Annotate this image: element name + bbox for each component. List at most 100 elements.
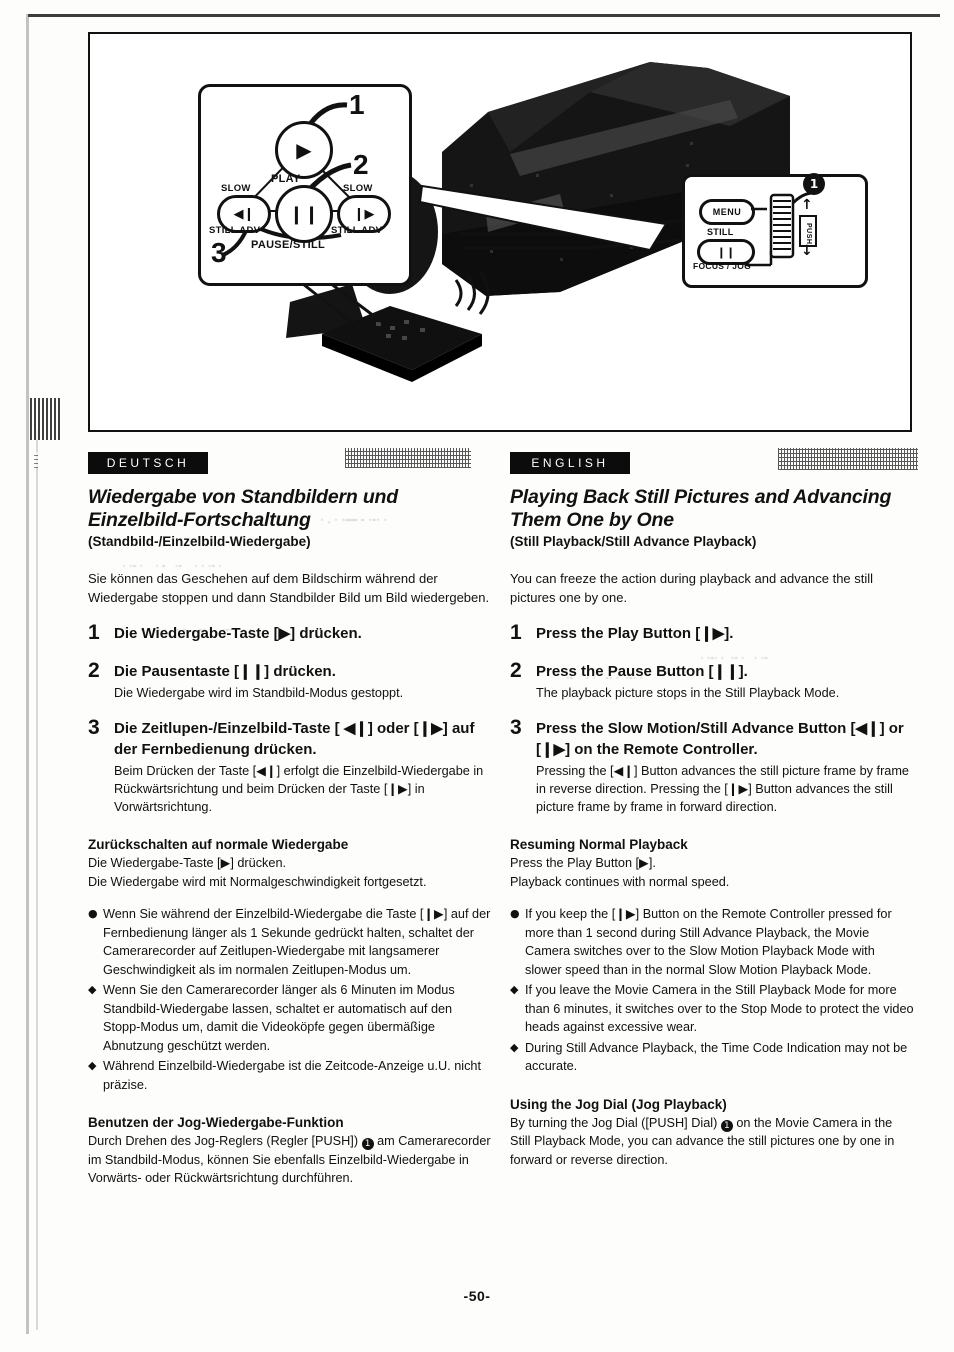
english-note-text: If you keep the [❙▶] Button on the Remot… <box>525 907 892 977</box>
page-number: -50- <box>463 1288 491 1304</box>
english-subtitle: (Still Playback/Still Advance Playback) <box>510 534 757 549</box>
scan-artifact-german-header <box>345 448 471 468</box>
german-step-3-number: 3 <box>88 716 100 739</box>
english-note-text: During Still Advance Playback, the Time … <box>525 1040 908 1074</box>
german-note-text: Während Einzelbild-Wiedergabe ist die Ze… <box>103 1059 481 1092</box>
scan-artifact-english-header <box>778 448 918 470</box>
english-step-2: 2 Press the Pause Button [❙❙]. The playb… <box>510 658 914 703</box>
english-step-3-number: 3 <box>510 716 522 739</box>
german-step-2: 2 Die Pausentaste [❙❙] drücken. Die Wied… <box>88 658 492 703</box>
german-jog-heading: Benutzen der Jog-Wiedergabe-Funktion <box>88 1115 344 1130</box>
english-step-1: 1 Press the Play Button [❙▶]. <box>510 621 914 645</box>
english-jog-body-pre: By turning the Jog Dial ([PUSH] Dial) <box>510 1115 721 1130</box>
pause-icon: ❙❙ <box>288 203 320 225</box>
still-pause-icon: ❙❙ <box>716 245 736 259</box>
english-step-3-body: Pressing the [◀❙] Button advances the st… <box>536 764 909 814</box>
english-note-item: ◆ If you leave the Movie Camera in the S… <box>510 981 914 1037</box>
german-note-item: ◆ Während Einzelbild-Wiedergabe ist die … <box>88 1057 492 1094</box>
english-step-2-number: 2 <box>510 658 522 682</box>
language-bar-german: DEUTSCH <box>88 452 208 474</box>
german-step-1-head: Die Wiedergabe-Taste [▶] drücken. <box>114 625 362 642</box>
forward-still-advance-icon: ❙▶ <box>353 206 375 222</box>
remote-pause-button[interactable]: ❙❙ <box>275 185 333 243</box>
german-step-3-body: Beim Drücken der Taste [◀❙] erfolgt die … <box>114 764 484 814</box>
english-step-3-head: Press the Slow Motion/Still Advance Butt… <box>536 720 904 758</box>
english-step-1-head: Press the Play Button [❙▶]. <box>536 625 734 642</box>
german-note-text: Wenn Sie den Camerarecorder länger als 6… <box>103 983 455 1053</box>
illustration-frame: ▶ PLAY ❙❙ PAUSE/STILL ◀❙ SLOW STILL ADV … <box>88 32 912 432</box>
german-step-3-head: Die Zeitlupen-/Einzelbild-Taste [ ◀❙] od… <box>114 720 475 758</box>
language-bar-english-label: ENGLISH <box>531 456 609 470</box>
remote-slow-label-right: SLOW <box>343 183 373 194</box>
push-label-text: PUSH <box>805 223 812 245</box>
german-jog-body-pre: Durch Drehen des Jog-Reglers (Regler [PU… <box>88 1134 362 1148</box>
english-note-text: If you leave the Movie Camera in the Sti… <box>525 983 914 1034</box>
english-column: Playing Back Still Pictures and Advancin… <box>510 486 914 1169</box>
remote-play-label: PLAY <box>271 173 301 185</box>
german-note-item: ◆ Wenn Sie den Camerarecorder länger als… <box>88 981 492 1055</box>
german-step-2-head: Die Pausentaste [❙❙] drücken. <box>114 662 336 680</box>
remote-callout-balloon: ▶ PLAY ❙❙ PAUSE/STILL ◀❙ SLOW STILL ADV … <box>198 84 412 286</box>
german-note-text: Wenn Sie während der Einzelbild-Wiederga… <box>103 907 491 977</box>
german-column: Wiedergabe von Standbildern und Einzelbi… <box>88 486 492 1188</box>
german-intro: Sie können das Geschehen auf dem Bildsch… <box>88 571 490 605</box>
bullet-diamond-icon: ◆ <box>510 983 519 996</box>
english-note-item: ● If you keep the [❙▶] Button on the Rem… <box>510 905 914 979</box>
callout-number-1: 1 <box>349 89 365 120</box>
jog-down-arrow-icon: ↓ <box>801 243 814 259</box>
reverse-still-advance-icon: ◀❙ <box>233 206 255 222</box>
remote-play-button[interactable]: ▶ <box>275 121 333 179</box>
english-notes-list: ● If you keep the [❙▶] Button on the Rem… <box>510 905 914 1076</box>
scan-edge-left <box>26 14 29 1334</box>
scan-smudge-artifact <box>30 398 62 440</box>
english-jog-heading: Using the Jog Dial (Jog Playback) <box>510 1096 727 1112</box>
callout-number-2: 2 <box>353 149 369 180</box>
manual-page: ▶ PLAY ❙❙ PAUSE/STILL ◀❙ SLOW STILL ADV … <box>0 0 954 1352</box>
english-title: Playing Back Still Pictures and Advancin… <box>510 486 892 531</box>
german-step-1: 1 Die Wiedergabe-Taste [▶] drücken. <box>88 621 492 645</box>
language-bar-german-label: DEUTSCH <box>106 456 190 470</box>
german-step-2-body: Die Wiedergabe wird im Standbild-Modus g… <box>114 686 404 700</box>
german-title: Wiedergabe von Standbildern und Einzelbi… <box>88 486 398 531</box>
english-resume-line1: Press the Play Button [▶]. <box>510 856 656 870</box>
german-notes-list: ● Wenn Sie während der Einzelbild-Wieder… <box>88 905 492 1094</box>
callout-marker-1-icon: 1 <box>361 1138 374 1150</box>
german-resume-line2: Die Wiedergabe wird mit Normalgeschwindi… <box>88 874 427 889</box>
english-resume-line2: Playback continues with normal speed. <box>510 874 730 889</box>
german-step-1-number: 1 <box>88 621 100 644</box>
bullet-dot-icon: ● <box>510 907 520 920</box>
english-intro: You can freeze the action during playbac… <box>510 571 874 605</box>
remote-pause-label: PAUSE/STILL <box>251 239 325 251</box>
remote-still-adv-label-right: STILL ADV <box>331 225 383 236</box>
scan-edge-top <box>28 14 940 17</box>
german-step-3: 3 Die Zeitlupen-/Einzelbild-Taste [ ◀❙] … <box>88 716 492 816</box>
callout-marker-1-icon: 1 <box>720 1119 733 1132</box>
bullet-dot-icon: ● <box>88 907 98 920</box>
english-resume-heading: Resuming Normal Playback <box>510 837 688 852</box>
callout-number-3: 3 <box>211 237 227 268</box>
camera-focus-jog-label: FOCUS / JOG <box>693 261 752 271</box>
bullet-diamond-icon: ◆ <box>88 1059 97 1072</box>
german-resume-heading: Zurückschalten auf normale Wiedergabe <box>88 837 349 852</box>
scan-edge-left-inner <box>36 430 38 1330</box>
scan-smudge-artifact-small <box>34 452 38 468</box>
german-step-2-number: 2 <box>88 658 100 682</box>
bullet-diamond-icon: ◆ <box>88 983 97 996</box>
remote-slow-label-left: SLOW <box>221 183 251 194</box>
camera-still-label: STILL <box>707 227 734 237</box>
german-note-item: ● Wenn Sie während der Einzelbild-Wieder… <box>88 905 492 979</box>
german-resume-line1: Die Wiedergabe-Taste [▶] drücken. <box>88 856 287 870</box>
bullet-diamond-icon: ◆ <box>510 1040 519 1054</box>
language-bar-english: ENGLISH <box>510 452 630 474</box>
camera-callout-number-1: 1 <box>803 173 825 195</box>
english-step-1-number: 1 <box>510 621 522 644</box>
camera-callout-balloon: MENU STILL ❙❙ FOCUS / JOG PUSH ↑ ↓ 1 <box>682 173 868 288</box>
jog-up-arrow-icon: ↑ <box>801 197 814 213</box>
english-jog-body: By turning the Jog Dial ([PUSH] Dial) 1 … <box>510 1114 914 1170</box>
play-icon: ▶ <box>296 138 312 162</box>
english-step-3: 3 Press the Slow Motion/Still Advance Bu… <box>510 716 914 816</box>
english-step-2-body: The playback picture stops in the Still … <box>536 686 840 700</box>
german-jog-body: Durch Drehen des Jog-Reglers (Regler [PU… <box>88 1132 492 1188</box>
english-note-item: ◆ During Still Advance Playback, the Tim… <box>510 1039 914 1076</box>
german-subtitle: (Standbild-/Einzelbild-Wiedergabe) <box>88 534 311 549</box>
